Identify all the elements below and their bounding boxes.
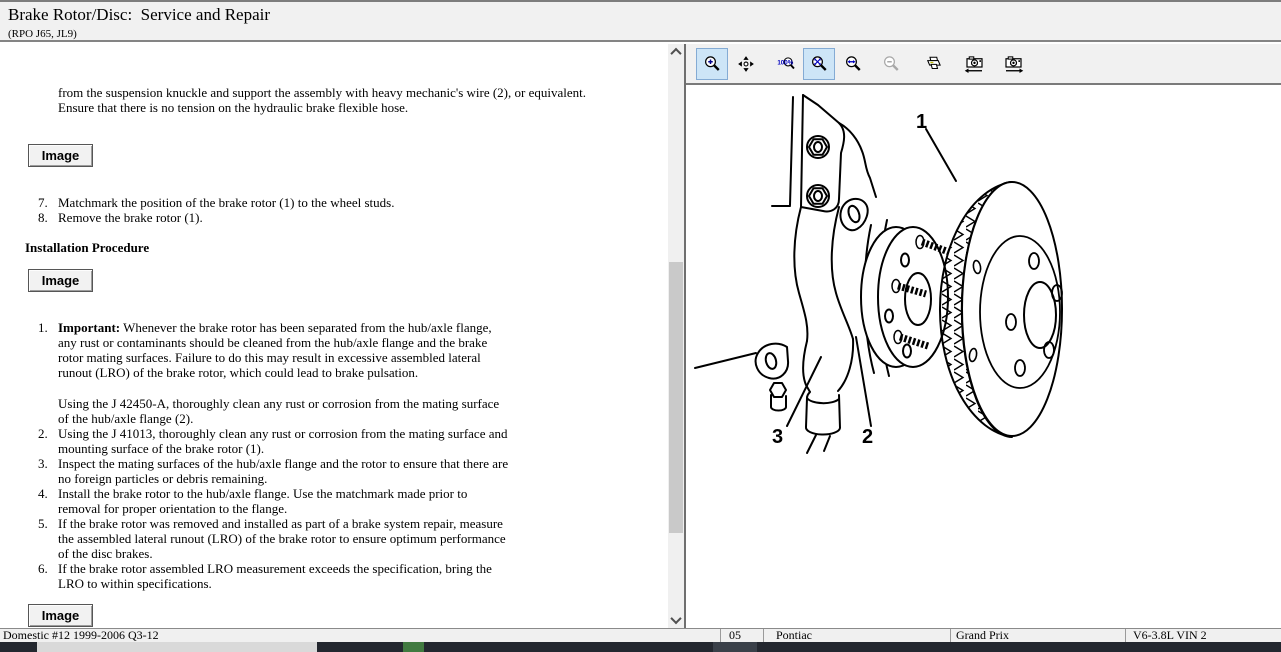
taskbar-green-segment[interactable] bbox=[403, 642, 424, 652]
installation-procedure-heading: Installation Procedure bbox=[25, 240, 149, 256]
zoom-fit-window-button[interactable] bbox=[803, 48, 835, 80]
zoom-100-button[interactable]: 100% bbox=[770, 48, 802, 80]
page-title: Brake Rotor/Disc: Service and Repair bbox=[8, 5, 270, 25]
important-label: Important: bbox=[58, 320, 120, 335]
installation-step: 2. Using the J 41013, thoroughly clean a… bbox=[38, 426, 513, 456]
removal-step: 7. Matchmark the position of the brake r… bbox=[38, 195, 513, 210]
camera-next-icon bbox=[1003, 50, 1024, 78]
taskbar-strip[interactable] bbox=[0, 642, 1281, 652]
step-subparagraph: Using the J 42450-A, thoroughly clean an… bbox=[58, 396, 513, 426]
status-model: Grand Prix bbox=[950, 629, 1125, 642]
taskbar-highlight-segment[interactable] bbox=[713, 642, 757, 652]
vertical-scrollbar[interactable] bbox=[668, 44, 684, 628]
installation-step: 1. Important: Whenever the brake rotor h… bbox=[38, 320, 513, 426]
step-text: Remove the brake rotor (1). bbox=[58, 210, 513, 225]
installation-step: 3. Inspect the mating surfaces of the hu… bbox=[38, 456, 513, 486]
taskbar-search-segment[interactable] bbox=[37, 642, 317, 652]
chevron-up-icon bbox=[670, 48, 681, 59]
brake-rotor-illustration: 1 2 3 bbox=[690, 85, 1281, 625]
installation-step: 6. If the brake rotor assembled LRO meas… bbox=[38, 561, 513, 591]
status-make: Pontiac bbox=[763, 629, 950, 642]
procedure-text-panel: from the suspension knuckle and support … bbox=[0, 44, 666, 628]
status-engine: V6-3.8L VIN 2 bbox=[1125, 629, 1281, 642]
previous-image-button[interactable] bbox=[957, 48, 992, 80]
intro-paragraph: from the suspension knuckle and support … bbox=[58, 85, 603, 115]
zoom-100-icon: 100% bbox=[777, 51, 795, 77]
callout-2-label: 2 bbox=[862, 426, 873, 448]
image-toolbar: 100% bbox=[686, 44, 1281, 85]
svg-text:100%: 100% bbox=[777, 59, 793, 66]
image-button[interactable]: Image bbox=[28, 144, 93, 167]
camera-previous-icon bbox=[964, 50, 985, 78]
zoom-fit-window-icon bbox=[810, 51, 828, 77]
zoom-fit-width-icon bbox=[844, 51, 862, 77]
zoom-out-button[interactable] bbox=[875, 48, 907, 80]
callout-3-label: 3 bbox=[772, 426, 783, 448]
image-button[interactable]: Image bbox=[28, 269, 93, 292]
step-number: 1. bbox=[38, 320, 58, 426]
removal-step: 8. Remove the brake rotor (1). bbox=[38, 210, 513, 225]
scroll-up-button[interactable] bbox=[668, 44, 684, 60]
brake-rotor-drawing bbox=[940, 182, 1062, 437]
zoom-in-icon bbox=[703, 51, 721, 77]
pan-button[interactable] bbox=[730, 48, 762, 80]
step-text: Matchmark the position of the brake roto… bbox=[58, 195, 513, 210]
next-image-button[interactable] bbox=[996, 48, 1031, 80]
step-number: 7. bbox=[38, 195, 58, 210]
scroll-down-button[interactable] bbox=[668, 612, 684, 628]
status-bar: Domestic #12 1999-2006 Q3-12 05 Pontiac … bbox=[0, 628, 1281, 642]
printer-icon bbox=[924, 51, 942, 77]
page-subtitle: (RPO J65, JL9) bbox=[8, 28, 77, 40]
status-year: 05 bbox=[720, 629, 763, 642]
print-button[interactable] bbox=[917, 48, 949, 80]
pan-icon bbox=[737, 51, 755, 77]
zoom-out-icon bbox=[882, 51, 900, 77]
image-button[interactable]: Image bbox=[28, 604, 93, 627]
application-window: Brake Rotor/Disc: Service and Repair (RP… bbox=[0, 0, 1281, 652]
installation-step: 4. Install the brake rotor to the hub/ax… bbox=[38, 486, 513, 516]
callout-1-leader bbox=[926, 129, 956, 181]
suspension-knuckle-drawing bbox=[695, 95, 889, 453]
callout-1-label: 1 bbox=[916, 111, 927, 133]
installation-step: 5. If the brake rotor was removed and in… bbox=[38, 516, 513, 561]
document-title-bar: Brake Rotor/Disc: Service and Repair (RP… bbox=[0, 0, 1281, 42]
step-number: 8. bbox=[38, 210, 58, 225]
step-text: Important: Whenever the brake rotor has … bbox=[58, 320, 513, 426]
zoom-fit-width-button[interactable] bbox=[837, 48, 869, 80]
scrollbar-thumb[interactable] bbox=[669, 262, 683, 533]
status-database: Domestic #12 1999-2006 Q3-12 bbox=[0, 629, 720, 642]
chevron-down-icon bbox=[670, 613, 681, 624]
zoom-in-button[interactable] bbox=[696, 48, 728, 80]
